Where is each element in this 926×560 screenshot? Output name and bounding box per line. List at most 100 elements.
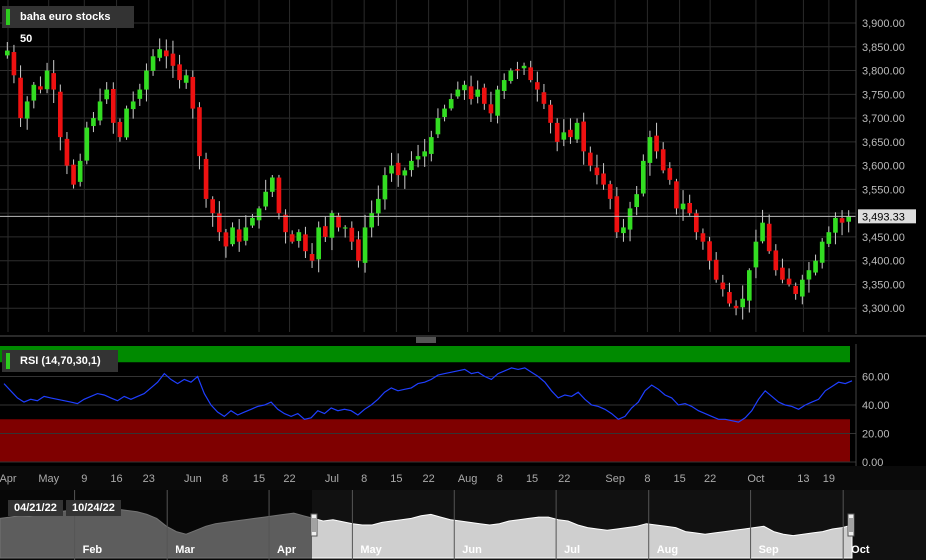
candle-body [833,217,838,233]
candle-body [660,149,666,171]
x-axis-label: 15 [390,473,402,485]
price-panel-bg [0,0,856,334]
candle-body [528,67,534,81]
candle-body [740,298,746,308]
candle-body [621,227,626,234]
candle-body [124,108,129,138]
candle-body [91,118,96,127]
candle-body [236,229,242,242]
x-axis-label: 22 [704,473,716,485]
candle-body [720,282,726,290]
candle-body [31,84,37,101]
candle-body [647,137,653,163]
candle-body [568,129,573,138]
candle-body [223,232,229,247]
x-axis-label: May [38,473,59,485]
rsi-title: RSI (14,70,30,1) [2,350,118,372]
candle-body [197,107,202,157]
candle-body [700,233,706,242]
candle-body [654,135,659,152]
x-axis-label: Aug [458,473,478,485]
x-axis-label: 15 [673,473,685,485]
candle-body [250,217,255,226]
rsi-axis-label: 20.00 [862,429,890,441]
candle-body [130,101,136,110]
candle-body [4,50,10,56]
candle-body [369,213,375,228]
candle-body [329,213,335,238]
candle-body [766,223,772,252]
candle-body [462,84,467,91]
candle-body [819,241,825,263]
x-axis-label: 9 [81,473,87,485]
navigator-x-label: May [360,544,382,556]
candle-body [746,270,752,301]
candle-body [77,160,83,182]
price-axis-label: 3,750.00 [862,89,905,101]
candle-body [38,86,43,90]
x-axis-label: 13 [797,473,809,485]
candle-body [97,101,103,121]
candle-body [190,76,196,109]
chart-title: baha euro stocks 50 [2,6,134,45]
candle-body [11,52,17,76]
candle-body [601,173,606,185]
candle-body [674,181,679,209]
candle-body [183,75,189,83]
candle-body [515,69,520,71]
x-axis-label: Jul [325,473,339,485]
candle-body [289,234,295,242]
candle-body [826,232,832,244]
x-axis-label: Oct [747,473,764,485]
candle-body [415,156,421,160]
candle-body [203,158,209,199]
candle-body [117,121,123,138]
candle-body [839,218,845,223]
x-axis-label: 8 [361,473,367,485]
candle-body [753,241,759,268]
price-axis-label: 3,300.00 [862,303,905,315]
range-from-date[interactable]: 04/21/22 [8,500,63,516]
price-axis-label: 3,600.00 [862,161,905,173]
price-axis-label: 3,650.00 [862,137,905,149]
price-axis-label: 3,700.00 [862,113,905,125]
price-axis-label: 3,850.00 [862,42,905,54]
candle-body [342,227,348,229]
resize-handle[interactable] [416,337,436,343]
candle-body [296,232,302,241]
candle-body [813,260,818,273]
navigator-x-label: Sep [759,544,779,556]
candle-body [501,80,507,91]
navigator-x-label: Mar [175,544,195,556]
candle-body [24,101,30,119]
price-axis-label: 3,800.00 [862,66,905,78]
x-axis-label: 22 [283,473,295,485]
candle-body [84,127,90,161]
candle-body [283,214,288,233]
x-axis-label: 19 [823,473,835,485]
candle-body [157,49,163,58]
candle-body [581,121,587,152]
candle-body [322,226,328,237]
range-to-date[interactable]: 10/24/22 [66,500,121,516]
candle-body [548,104,553,123]
candle-body [57,91,63,138]
navigator-right-handle[interactable] [847,513,855,537]
price-axis-label: 3,900.00 [862,18,905,30]
price-axis-label: 3,550.00 [862,184,905,196]
candle-body [680,203,686,210]
candle-body [402,170,408,176]
navigator-x-label: Feb [83,544,103,556]
candle-body [846,216,852,222]
candle-body [349,227,355,242]
candle-body [780,267,785,280]
candle-body [256,208,262,221]
candle-body [362,227,368,263]
navigator-left-handle[interactable] [310,513,318,537]
price-axis: 3,300.003,350.003,400.003,450.003,500.00… [862,18,905,315]
candle-body [594,167,600,176]
candle-body [667,168,673,180]
x-axis-label: Sep [605,473,625,485]
x-axis-label: Apr [0,473,17,485]
candle-body [733,305,739,309]
